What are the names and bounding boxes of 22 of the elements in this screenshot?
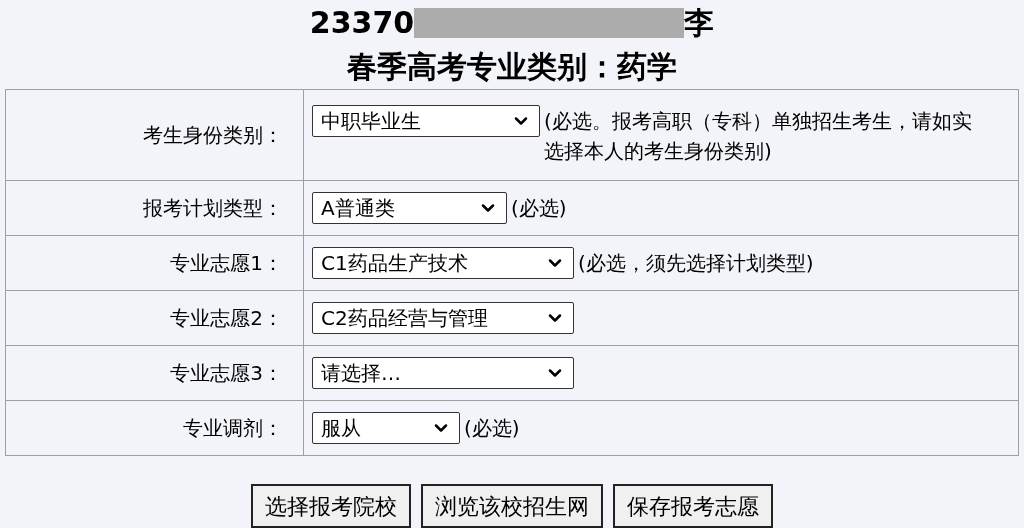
action-button[interactable]: 选择报考院校 (251, 484, 411, 528)
action-button[interactable]: 浏览该校招生网 (421, 484, 603, 528)
field-note: (必选) (464, 415, 520, 442)
field-label: 专业调剂： (183, 416, 283, 440)
field-label: 专业志愿1： (170, 251, 283, 275)
field-label: 考生身份类别： (143, 123, 283, 147)
field-note: (必选，须先选择计划类型) (578, 250, 814, 277)
candidate-name: 李 (684, 8, 715, 39)
field-label: 专业志愿3： (170, 361, 283, 385)
dropdown[interactable]: C2药品经营与管理 (312, 302, 574, 334)
dropdown[interactable]: 中职毕业生 (312, 104, 540, 137)
field-label: 专业志愿2： (170, 306, 283, 330)
dropdown[interactable]: 请选择… (312, 357, 574, 389)
dropdown[interactable]: 服从 (312, 412, 460, 444)
dropdown[interactable]: A普通类 (312, 192, 507, 224)
field-note: (必选) (511, 195, 567, 222)
page-subtitle: 春季高考专业类别：药学 (347, 47, 677, 86)
candidate-id: 23370 (309, 8, 415, 39)
field-note: (必选。报考高职（专科）单独招生考生，请如实选择本人的考生身份类别) (544, 107, 973, 165)
action-button[interactable]: 保存报考志愿 (613, 484, 773, 528)
field-label: 报考计划类型： (143, 196, 283, 220)
dropdown[interactable]: C1药品生产技术 (312, 247, 574, 279)
